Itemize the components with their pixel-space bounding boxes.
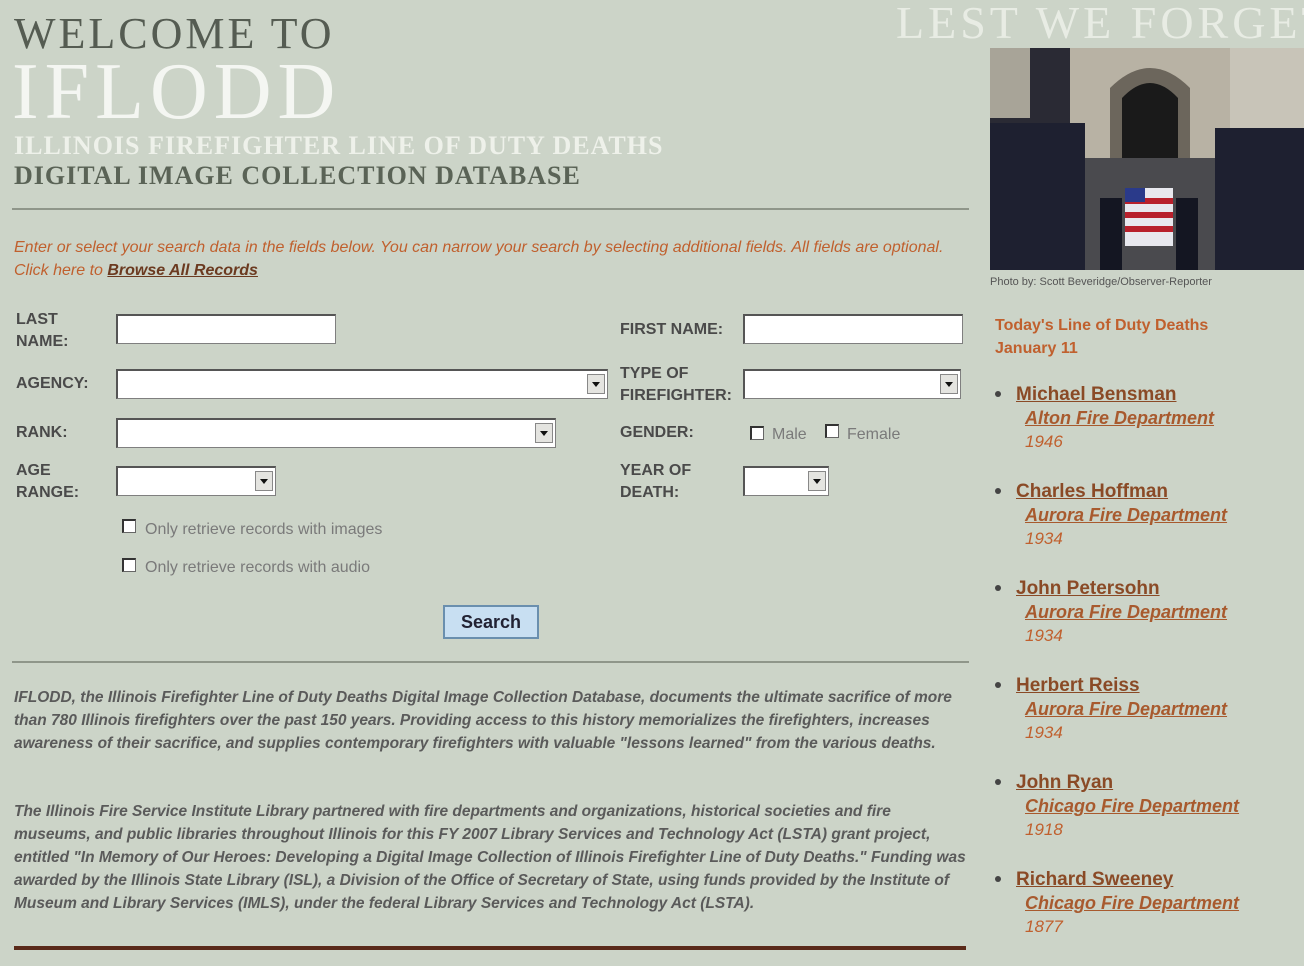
firefighter-name-link[interactable]: Richard Sweeney [1016,869,1173,891]
female-checkbox[interactable] [825,424,839,438]
bullet-icon [995,391,1001,397]
bullet-icon [995,876,1001,882]
funeral-photo-image [990,48,1304,270]
last-name-input[interactable] [116,314,336,344]
firefighter-name-link[interactable]: Herbert Reiss [1016,675,1140,697]
agency-select[interactable] [116,369,608,399]
age-range-select[interactable] [116,466,276,496]
intro-text: Enter or select your search data in the … [14,236,954,282]
images-only-label: Only retrieve records with images [145,521,383,538]
firefighter-name-link[interactable]: John Ryan [1016,772,1113,794]
gender-label: GENDER: [620,424,694,441]
divider [12,208,969,210]
tagline: LEST WE FORGET [896,0,1304,48]
site-title: IFLODD [12,48,342,136]
search-button[interactable]: Search [443,605,539,639]
chevron-down-icon [808,471,826,491]
chevron-down-icon [255,471,273,491]
todays-deaths-heading: Today's Line of Duty Deaths January 11 [995,314,1208,360]
rank-select[interactable] [116,418,556,448]
bullet-icon [995,488,1001,494]
year-of-death-select[interactable] [743,466,829,496]
audio-only-label: Only retrieve records with audio [145,559,370,576]
department-link[interactable]: Chicago Fire Department [1025,893,1239,914]
bullet-icon [995,779,1001,785]
photo-credit: Photo by: Scott Beveridge/Observer-Repor… [990,276,1212,288]
first-name-input[interactable] [743,314,963,344]
chevron-down-icon [587,374,605,394]
site-subtitle: ILLINOIS FIREFIGHTER LINE OF DUTY DEATHS [14,131,664,160]
bullet-icon [995,585,1001,591]
female-label: Female [847,426,901,443]
firefighter-name-link[interactable]: Michael Bensman [1016,384,1177,406]
last-name-label: LAST NAME: [16,311,69,350]
death-year: 1934 [1025,723,1063,742]
male-checkbox[interactable] [750,426,764,440]
department-link[interactable]: Aurora Fire Department [1025,699,1227,720]
funeral-photo [990,48,1304,270]
browse-all-records-link[interactable]: Browse All Records [107,262,258,279]
death-year: 1934 [1025,626,1063,645]
age-range-label: AGE RANGE: [16,462,80,501]
agency-label: AGENCY: [16,375,89,392]
divider [12,661,969,663]
department-link[interactable]: Alton Fire Department [1025,408,1214,429]
type-of-firefighter-select[interactable] [743,369,961,399]
firefighter-name-link[interactable]: Charles Hoffman [1016,481,1168,503]
death-year: 1918 [1025,820,1063,839]
department-link[interactable]: Chicago Fire Department [1025,796,1239,817]
first-name-label: FIRST NAME: [620,321,724,338]
audio-only-checkbox[interactable] [122,558,136,572]
male-label: Male [772,426,807,443]
rank-label: RANK: [16,424,68,441]
footer-divider [14,946,966,950]
todays-deaths-date: January 11 [995,340,1078,357]
images-only-checkbox[interactable] [122,519,136,533]
death-year: 1934 [1025,529,1063,548]
firefighter-name-link[interactable]: John Petersohn [1016,578,1160,600]
funding-paragraph: The Illinois Fire Service Institute Libr… [14,803,966,912]
death-year: 1946 [1025,432,1063,451]
site-subtitle-secondary: DIGITAL IMAGE COLLECTION DATABASE [14,161,581,190]
year-of-death-label: YEAR OF DEATH: [620,462,692,501]
about-paragraph: IFLODD, the Illinois Firefighter Line of… [14,689,952,752]
death-year: 1877 [1025,917,1063,936]
department-link[interactable]: Aurora Fire Department [1025,505,1227,526]
chevron-down-icon [535,423,553,443]
bullet-icon [995,682,1001,688]
chevron-down-icon [940,374,958,394]
type-of-firefighter-label: TYPE OF FIREFIGHTER: [620,365,732,404]
todays-deaths-title: Today's Line of Duty Deaths [995,317,1209,334]
department-link[interactable]: Aurora Fire Department [1025,602,1227,623]
